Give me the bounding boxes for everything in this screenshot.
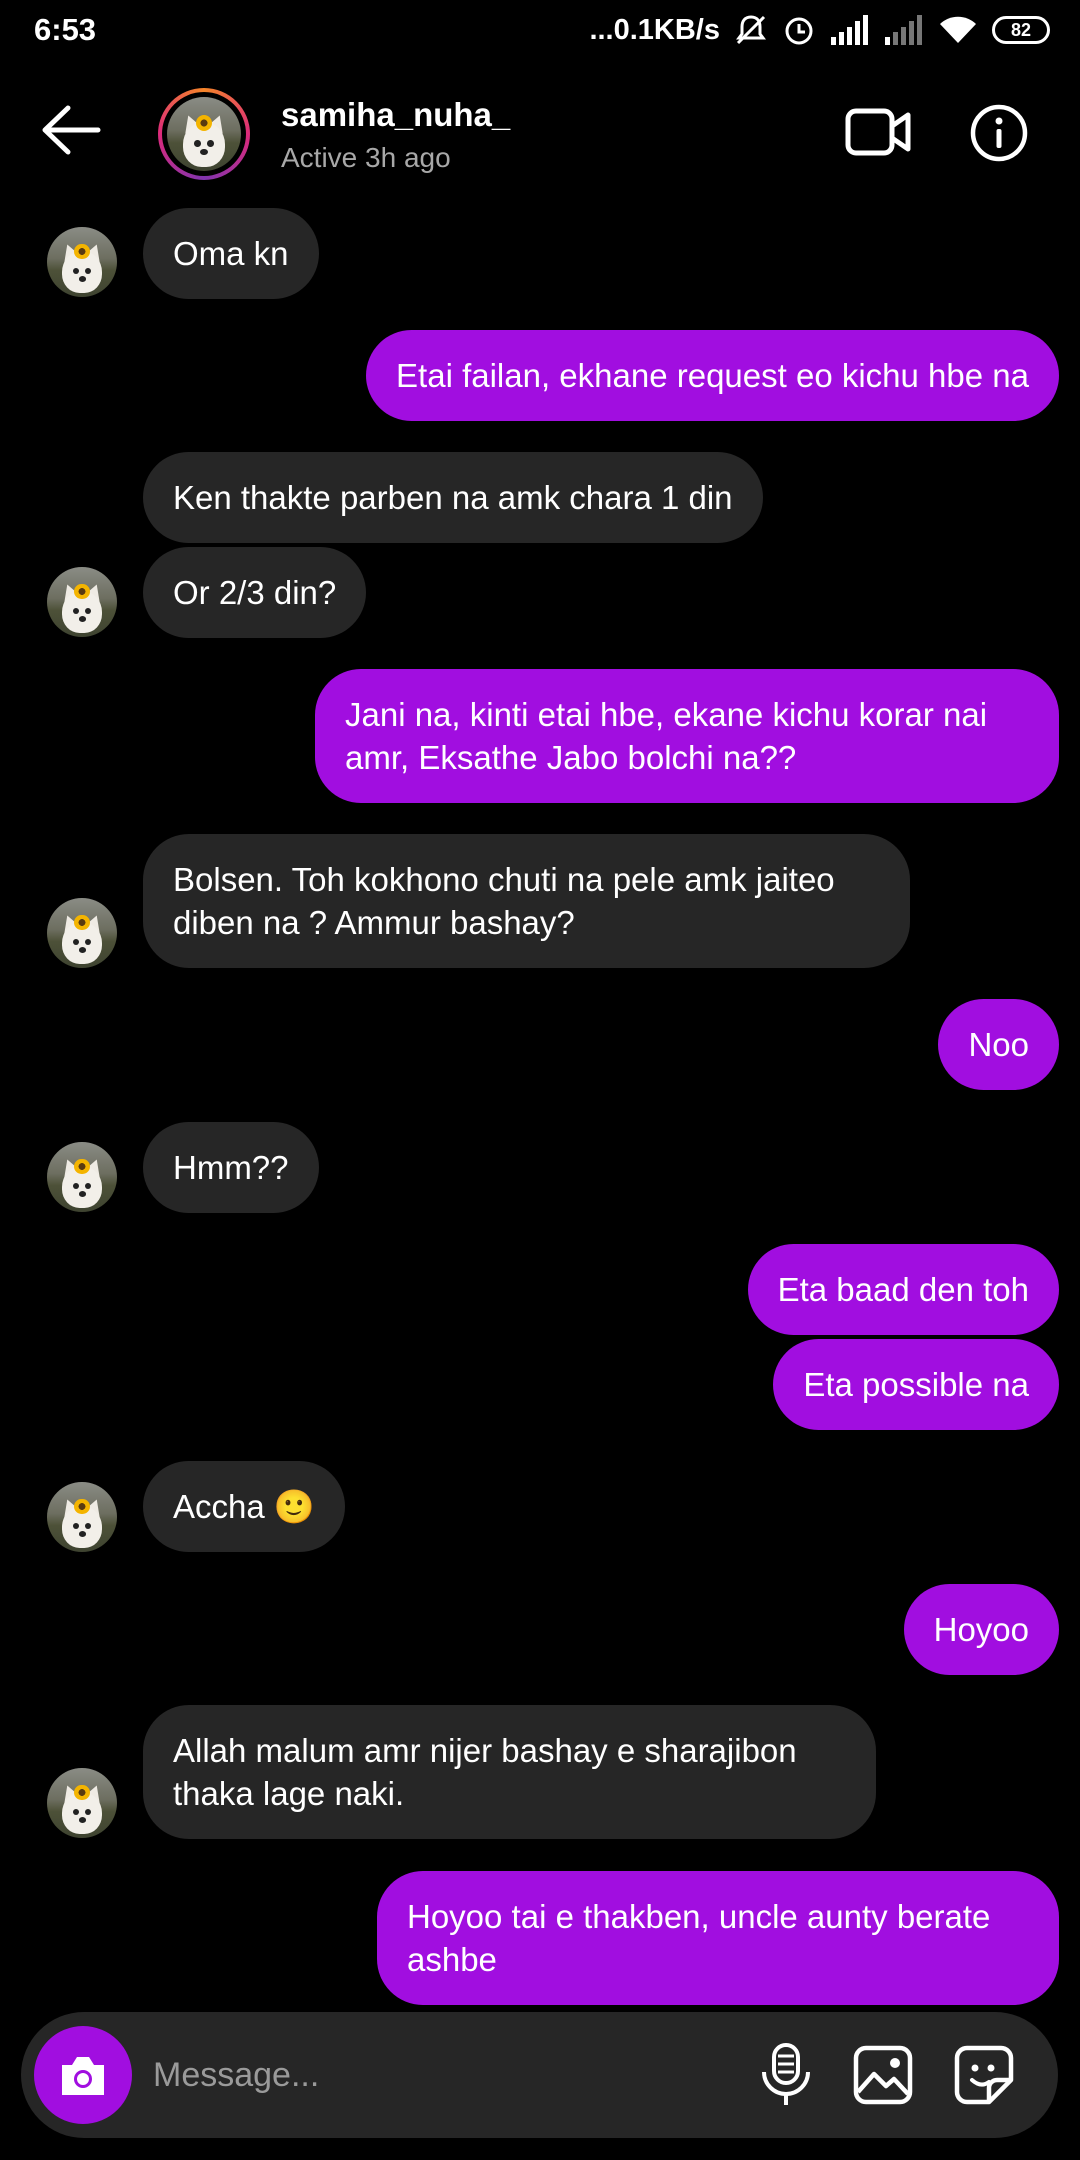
incoming-message[interactable]: Accha 🙂 <box>143 1461 345 1552</box>
signal-weak-icon <box>885 15 922 45</box>
incoming-message[interactable]: Hmm?? <box>143 1122 319 1213</box>
message-input[interactable] <box>151 2042 715 2108</box>
outgoing-message[interactable]: Etai failan, ekhane request eo kichu hbe… <box>366 330 1059 421</box>
status-bar: 6:53 ...0.1KB/s 82 <box>0 0 1080 62</box>
sender-avatar[interactable] <box>47 898 117 968</box>
signal-icon <box>831 15 868 45</box>
alarm-icon <box>785 17 813 45</box>
outgoing-message[interactable]: Eta baad den toh <box>747 1244 1059 1335</box>
outgoing-message[interactable]: Eta possible na <box>773 1339 1059 1430</box>
video-call-icon[interactable] <box>845 107 911 157</box>
incoming-message[interactable]: Oma kn <box>143 208 319 299</box>
message-composer <box>21 2012 1058 2138</box>
network-speed: ...0.1KB/s <box>589 13 720 46</box>
sticker-icon[interactable] <box>953 2044 1015 2106</box>
profile-avatar[interactable] <box>158 88 250 180</box>
sender-avatar[interactable] <box>47 1768 117 1838</box>
gallery-icon[interactable] <box>852 2044 914 2106</box>
wifi-icon <box>940 16 976 43</box>
info-icon[interactable] <box>970 104 1028 162</box>
status-indicators: ...0.1KB/s 82 <box>589 10 1050 50</box>
sender-avatar[interactable] <box>47 1142 117 1212</box>
microphone-icon[interactable] <box>758 2042 814 2108</box>
sender-avatar[interactable] <box>47 1482 117 1552</box>
incoming-message[interactable]: Or 2/3 din? <box>143 547 367 638</box>
outgoing-message[interactable]: Jani na, kinti etai hbe, ekane kichu kor… <box>315 669 1059 803</box>
camera-icon <box>62 2057 104 2095</box>
battery-indicator: 82 <box>992 16 1050 44</box>
back-arrow-icon[interactable] <box>40 104 102 156</box>
contact-username[interactable]: samiha_nuha_ <box>281 96 510 134</box>
outgoing-message[interactable]: Hoyoo tai e thakben, uncle aunty berate … <box>377 1871 1059 2005</box>
chat-header: samiha_nuha_ Active 3h ago <box>0 62 1080 212</box>
sender-avatar[interactable] <box>47 567 117 637</box>
status-time: 6:53 <box>34 12 97 47</box>
sender-avatar[interactable] <box>47 227 117 297</box>
incoming-message[interactable]: Ken thakte parben na amk chara 1 din <box>143 452 763 543</box>
mute-icon <box>736 15 766 45</box>
incoming-message[interactable]: Allah malum amr nijer bashay e sharajibo… <box>143 1705 876 1839</box>
camera-button[interactable] <box>34 2026 132 2124</box>
incoming-message[interactable]: Bolsen. Toh kokhono chuti na pele amk ja… <box>143 834 910 968</box>
outgoing-message[interactable]: Hoyoo <box>903 1584 1059 1675</box>
activity-status: Active 3h ago <box>281 142 451 173</box>
outgoing-message[interactable]: Noo <box>938 999 1059 1090</box>
